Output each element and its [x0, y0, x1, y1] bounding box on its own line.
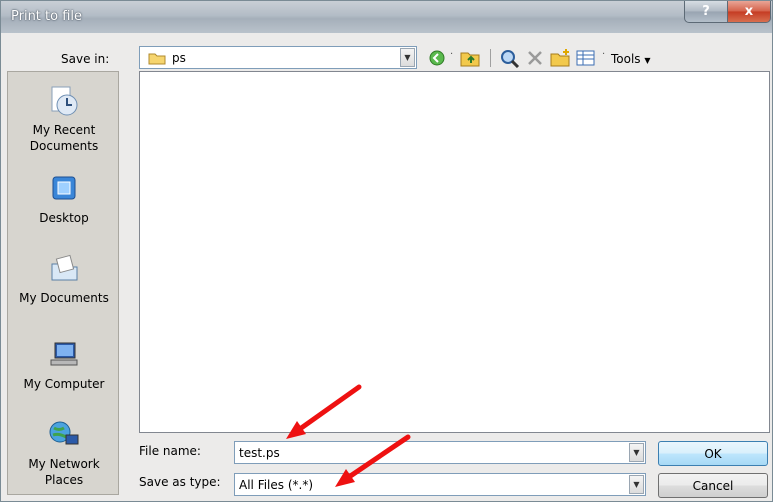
save-as-type-combobox[interactable]: All Files (*.*) ▼: [234, 473, 646, 496]
save-in-value: ps: [172, 51, 186, 65]
file-list-view[interactable]: [139, 71, 770, 433]
save-as-type-value: All Files (*.*): [239, 478, 314, 492]
my-computer-icon: [50, 342, 78, 366]
save-as-type-label: Save as type:: [139, 475, 221, 489]
views-icon[interactable]: [575, 48, 597, 68]
place-my-network-places[interactable]: My Network Places: [8, 418, 120, 488]
place-label: My Recent Documents: [29, 123, 99, 153]
file-name-input[interactable]: test.ps: [239, 446, 280, 460]
delete-icon[interactable]: [525, 48, 545, 68]
cancel-label: Cancel: [692, 478, 734, 493]
ok-button[interactable]: OK: [658, 441, 768, 466]
close-icon: x: [744, 4, 754, 19]
window-title: Print to file: [11, 9, 83, 24]
ok-label: OK: [704, 446, 722, 461]
save-in-label: Save in:: [61, 52, 110, 66]
network-places-icon: [49, 421, 79, 445]
place-desktop[interactable]: Desktop: [8, 172, 120, 226]
place-label: My Documents: [19, 291, 109, 305]
help-button[interactable]: ?: [684, 1, 728, 23]
tools-label: Tools: [611, 52, 641, 66]
place-label: My Network Places: [28, 457, 100, 487]
new-folder-icon[interactable]: [549, 48, 571, 68]
search-web-icon[interactable]: [499, 48, 521, 68]
place-my-computer[interactable]: My Computer: [8, 338, 120, 392]
close-button[interactable]: x: [727, 1, 771, 23]
up-folder-icon[interactable]: [459, 48, 481, 68]
file-name-label: File name:: [139, 444, 201, 458]
separator-dot: ·: [450, 49, 454, 60]
place-my-documents[interactable]: My Documents: [8, 252, 120, 306]
save-in-dropdown-arrow[interactable]: ▼: [400, 48, 415, 67]
save-in-combobox[interactable]: ps ▼: [139, 46, 417, 69]
folder-icon: [148, 53, 166, 65]
my-documents-icon: [51, 254, 78, 281]
save-as-type-dropdown-arrow[interactable]: ▼: [629, 475, 644, 494]
file-name-combobox[interactable]: test.ps ▼: [234, 441, 646, 464]
chevron-down-icon: ▼: [644, 56, 651, 65]
places-bar: My Recent Documents Desktop My Documents…: [7, 71, 119, 495]
desktop-icon: [52, 176, 76, 200]
place-label: Desktop: [39, 211, 89, 225]
file-name-dropdown-arrow[interactable]: ▼: [629, 443, 644, 462]
separator-dot: ·: [602, 49, 606, 60]
recent-documents-icon: [51, 86, 78, 116]
help-icon: ?: [702, 4, 710, 19]
place-label: My Computer: [23, 377, 105, 391]
title-bar[interactable]: Print to file ? x: [1, 1, 772, 33]
tools-menu[interactable]: Tools ▼: [611, 52, 651, 66]
back-icon[interactable]: [427, 48, 447, 68]
place-my-recent-documents[interactable]: My Recent Documents: [8, 84, 120, 154]
toolbar-divider: [490, 49, 491, 67]
cancel-button[interactable]: Cancel: [658, 473, 768, 498]
print-to-file-dialog: Print to file ? x Save in: ps ▼ · · Tool…: [0, 0, 773, 502]
